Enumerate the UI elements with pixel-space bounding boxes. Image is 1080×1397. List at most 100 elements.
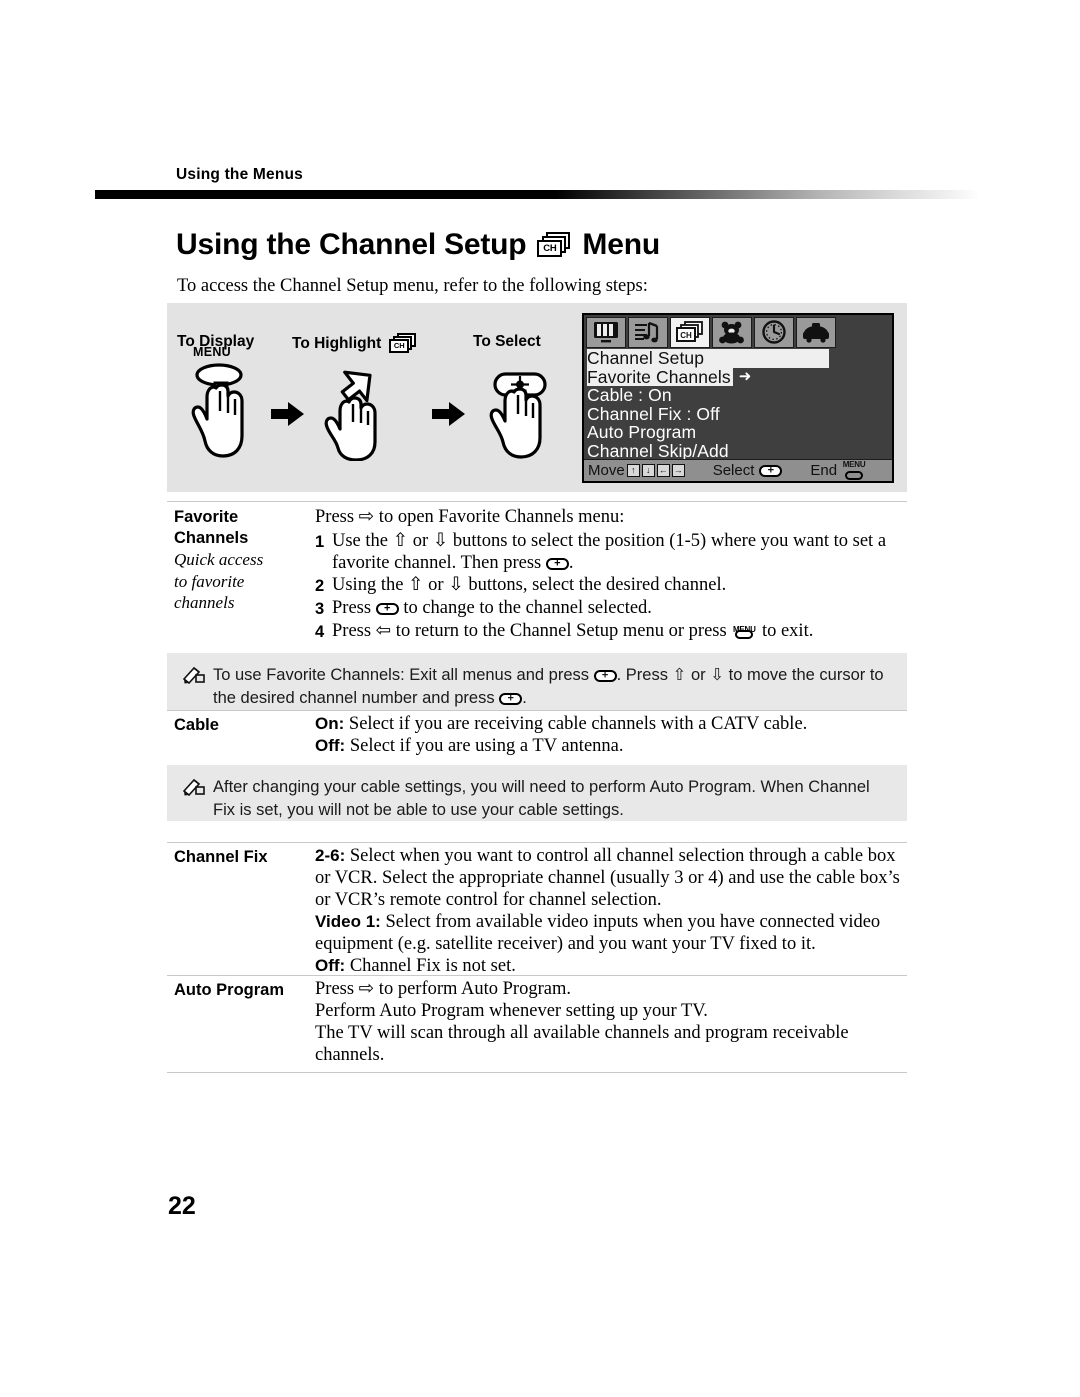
term-favorite-sub3: channels [174,593,235,612]
divider-favorite [167,501,907,502]
pencil-note-icon [183,778,205,796]
auto-program-line-1: Press ⇨ to perform Auto Program. [315,979,571,999]
channel-fix-line-2-6: 2-6: Select when you want to control all… [315,845,905,911]
channel-ch-cards-icon: CH [537,232,571,258]
osd-footer-end: End MENU [810,459,867,481]
osd-footer: Move ↑ ↓ ← → Select End MENU [584,459,892,481]
divider-auto-program [167,975,907,976]
term-favorite-sub2: to favorite [174,572,245,591]
label-to-select: To Select [473,333,541,351]
osd-item-auto-program-label: Auto Program [587,422,697,443]
page-title-text-before: Using the Channel Setup [176,228,527,261]
picture-icon [594,322,618,343]
label-to-highlight-text: To Highlight [292,335,382,352]
hand-pressing-arrow-icon [324,370,377,462]
favorite-step-2-number: 2 [315,577,325,595]
osd-footer-select: Select [713,462,783,479]
osd-key-up-icon: ↑ [626,464,640,477]
cable-line-off: Off: Select if you are using a TV antenn… [315,735,905,757]
favorite-step-1-number: 1 [315,533,325,551]
osd-icon-bar: CH [584,315,892,349]
parental-lock-bear-icon [719,321,744,344]
osd-item-auto-program[interactable]: Auto Program [587,423,892,442]
ch-card-front: CH [537,240,563,257]
osd-item-channel-skip-add[interactable]: Channel Skip/Add [587,442,892,461]
osd-menu-heading: Channel Setup [587,349,829,368]
favorite-step-3-text-a: Press [332,598,376,618]
divider-cable [167,710,907,711]
favorite-intro: Press ⇨ to open Favorite Channels menu: [315,507,625,527]
term-favorite-line2: Channels [174,529,249,547]
running-head: Using the Menus [176,166,304,183]
favorite-step-4-text: Press ⇦ to return to the Channel Setup m… [332,620,813,642]
note-favorite-text-a: To use Favorite Channels: Exit all menus… [213,666,594,684]
favorite-step-3-number: 3 [315,600,325,618]
divider-bottom [167,1072,907,1073]
channel-fix-2-6-label: 2-6: [315,846,346,865]
select-button-icon [375,603,399,615]
select-button-icon [499,693,523,705]
illustration-press-menu: MENU [189,345,261,466]
osd-picture-icon[interactable] [586,316,626,348]
flow-arrow-2 [432,401,466,432]
illustration-press-select [487,361,559,466]
favorite-step-4-text-a: Press ⇦ to return to the Channel Setup m… [332,621,732,641]
osd-item-favorite-channels-label: Favorite Channels [587,366,733,387]
cable-on-label: On: [315,714,345,733]
favorite-step-3-text-b: to change to the channel selected. [398,598,652,618]
osd-footer-end-label: End [810,462,838,479]
favorite-step-1-text-b: . [568,553,574,573]
channel-fix-line-video1: Video 1: Select from available video inp… [315,911,905,955]
note-favorite-text-c: . [522,689,527,707]
channel-fix-video1-text: Select from available video inputs when … [315,912,881,954]
osd-submenu-arrow-icon: ➜ [738,367,752,385]
menu-button-icon: MENU [841,459,867,481]
channel-fix-2-6-text: Select when you want to control all chan… [315,846,900,910]
clock-timer-icon [762,320,786,344]
right-arrow-icon [432,402,465,426]
favorite-step-4-number: 4 [315,623,325,641]
osd-channel-icon[interactable]: CH [670,316,710,348]
select-button-icon [545,558,569,570]
label-to-highlight: To Highlight CH [292,333,417,355]
term-auto-program: Auto Program [174,981,285,999]
cable-on-text: Select if you are receiving cable channe… [344,714,808,734]
page-title-text-after: Menu [582,228,660,261]
note-cable-settings: After changing your cable settings, you … [167,765,907,821]
header-rule [95,190,980,199]
term-favorite-sub1: Quick access [174,550,264,569]
osd-audio-icon[interactable] [628,316,668,348]
channel-icon: CH [676,321,703,342]
channel-fix-off-label: Off: [315,956,346,975]
svg-text:CH: CH [680,331,692,340]
osd-key-right-icon: → [671,464,685,477]
cable-line-on: On: Select if you are receiving cable ch… [315,713,905,735]
osd-parental-lock-icon[interactable] [712,316,752,348]
note-cable-text: After changing your cable settings, you … [213,778,870,819]
osd-footer-select-label: Select [712,462,755,479]
favorite-step-3-text: Press to change to the channel selected. [332,597,652,619]
hand-pressing-select-icon [489,372,547,459]
osd-item-favorite-channels[interactable]: Favorite Channels ➜ [587,368,892,387]
menu-button-icon: MENU [731,620,757,640]
menu-button-label: MENU [193,345,232,359]
page-number: 22 [168,1192,196,1220]
osd-item-channel-fix[interactable]: Channel Fix : Off [587,405,892,424]
hand-pressing-menu-icon [191,363,244,458]
osd-item-cable[interactable]: Cable : On [587,386,892,405]
favorite-step-3: 3 Press to change to the channel selecte… [315,597,907,620]
cable-off-label: Off: [315,736,346,755]
setup-toolbox-icon [803,323,829,343]
menu-button-icon-cap [845,470,864,480]
page-title: Using the Channel Setup CH Menu [176,228,660,262]
channel-fix-body: 2-6: Select when you want to control all… [315,845,905,977]
favorite-step-1-text-a: Use the ⇧ or ⇩ buttons to select the pos… [332,531,887,573]
osd-setup-icon[interactable] [796,316,836,348]
menu-button-icon-text: MENU [842,459,866,469]
osd-footer-move: Move ↑ ↓ ← → [588,462,685,479]
intro-text: To access the Channel Setup menu, refer … [177,276,648,296]
note-favorite-channels: To use Favorite Channels: Exit all menus… [167,653,907,710]
channel-ch-cards-icon: CH [389,333,417,355]
cable-body: On: Select if you are receiving cable ch… [315,713,905,757]
osd-timer-icon[interactable] [754,316,794,348]
